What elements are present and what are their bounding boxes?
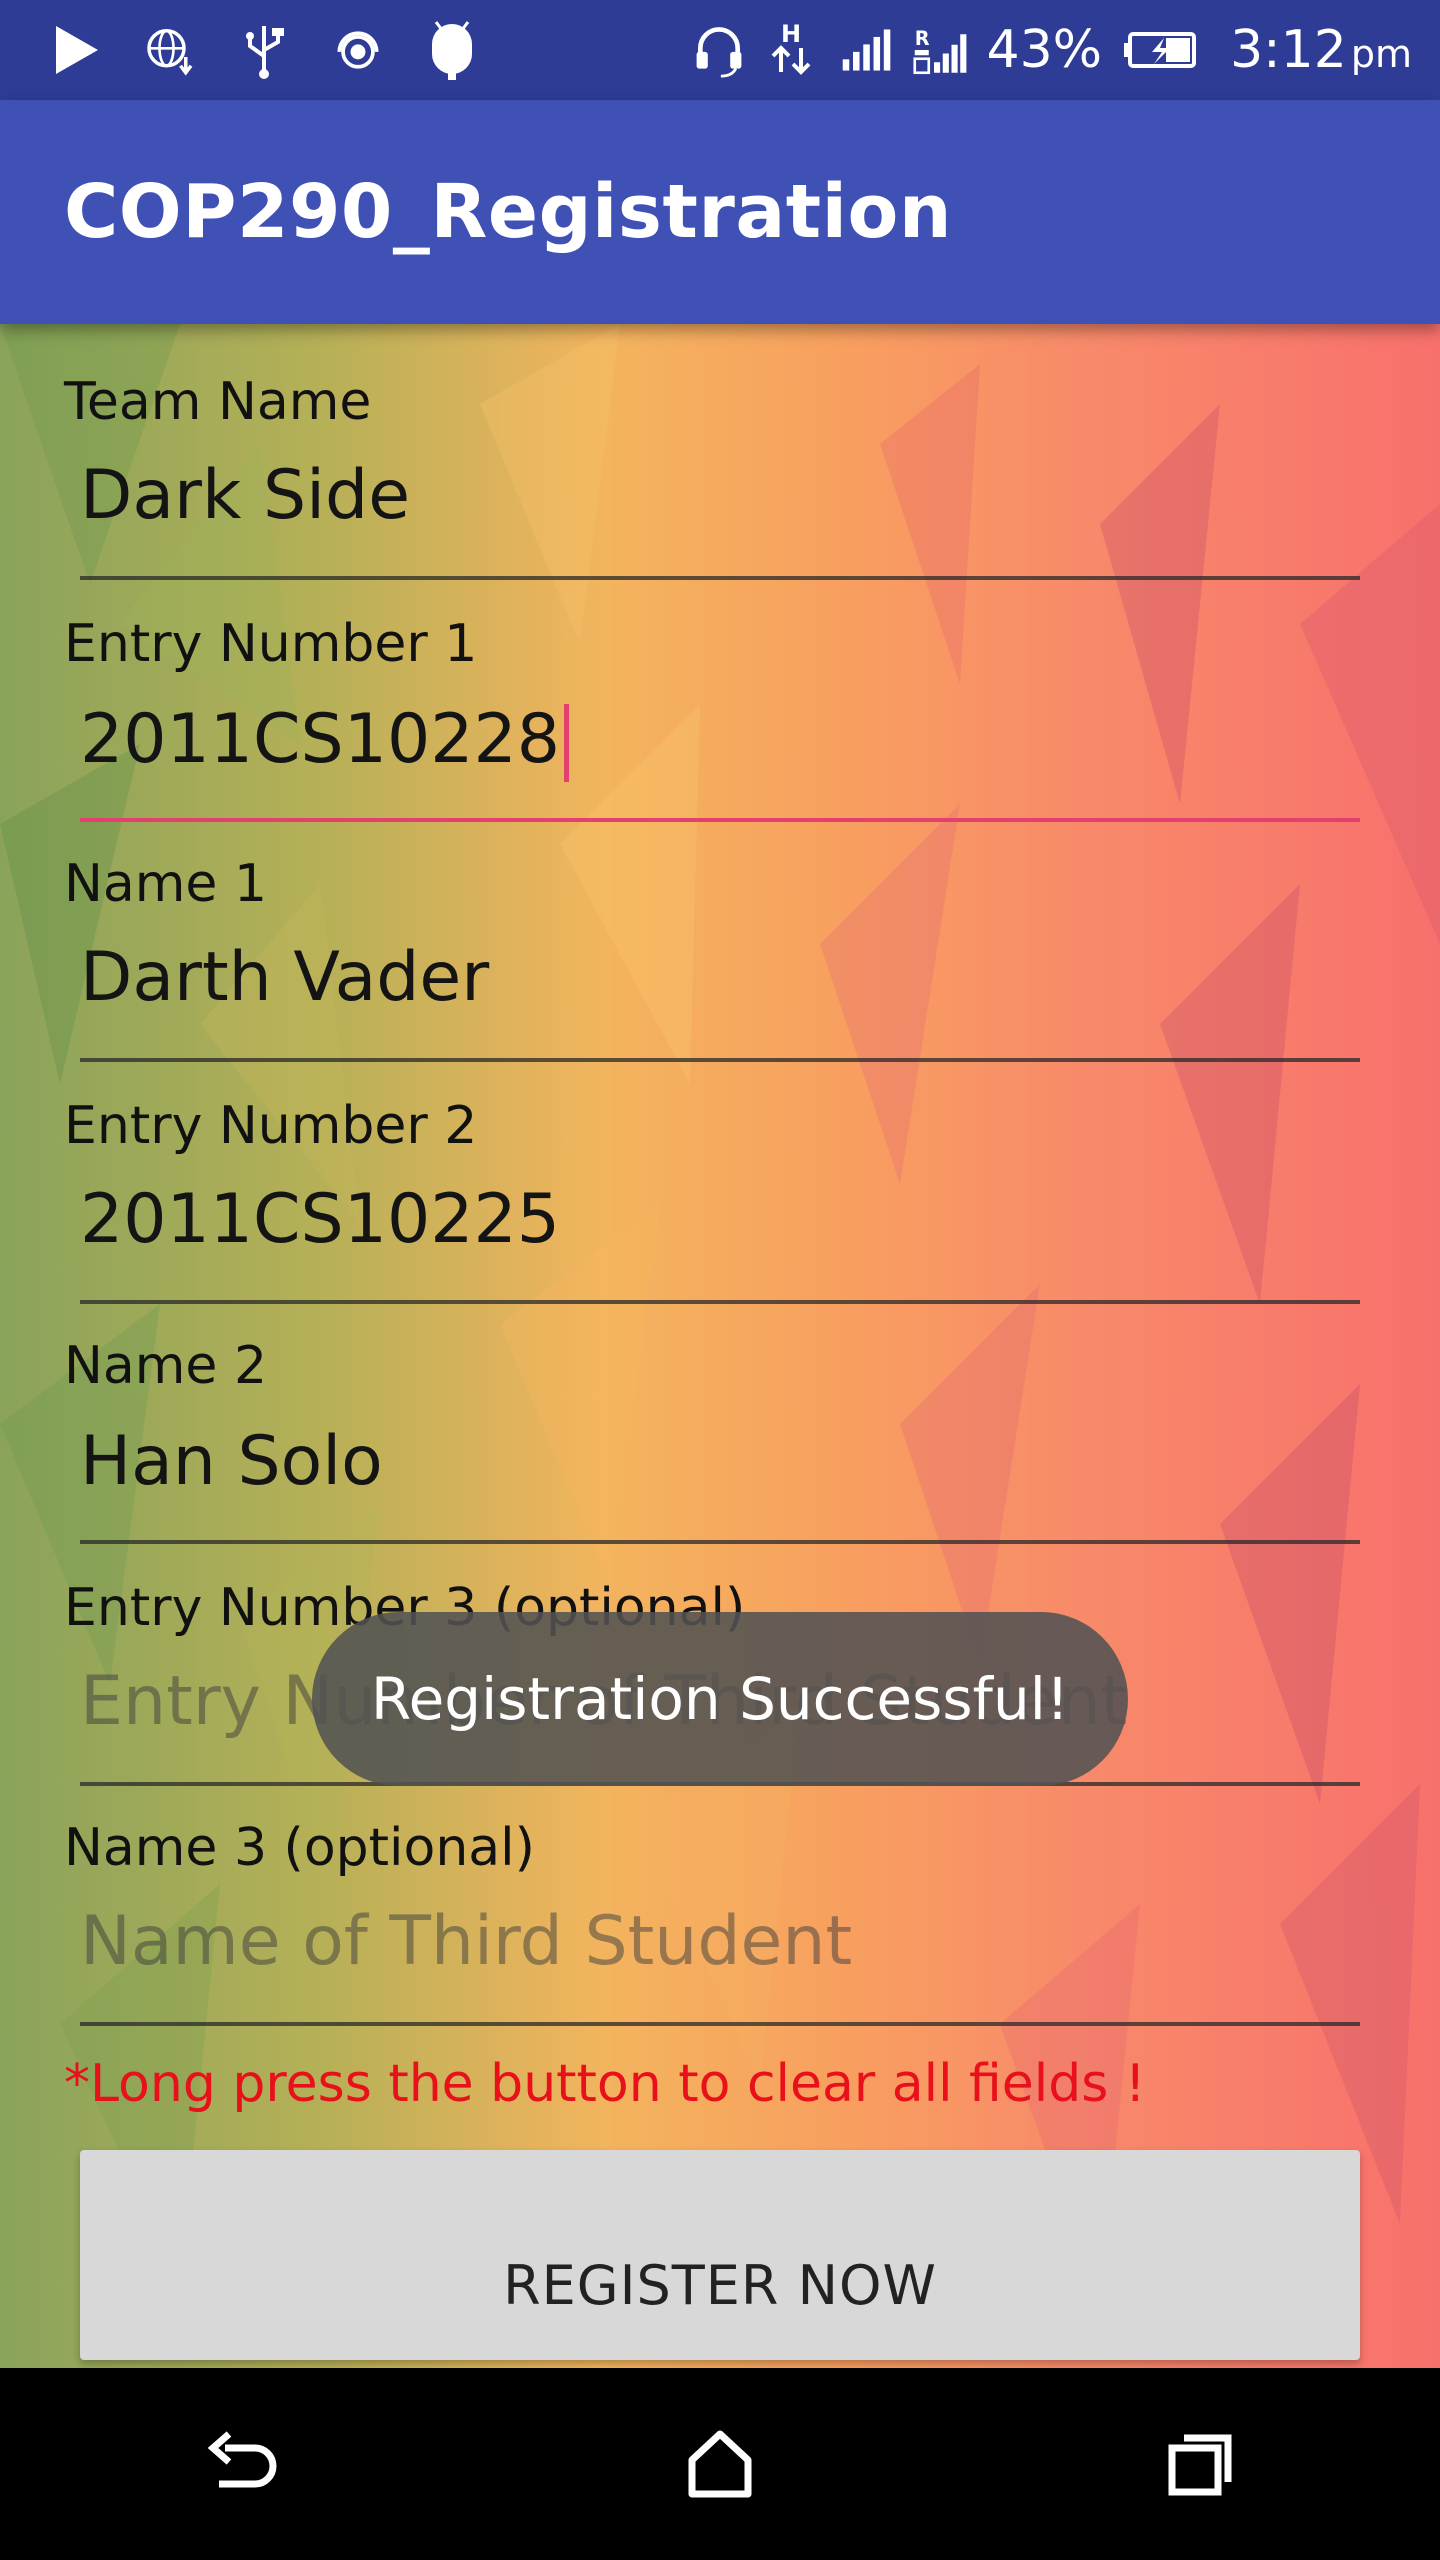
clock: 3:12 pm [1230, 20, 1412, 80]
team-name-label: Team Name [64, 372, 372, 432]
toast-message: Registration Successful! [312, 1612, 1128, 1786]
battery-percent: 43% [986, 20, 1103, 80]
roaming-signal-icon: R [912, 22, 969, 78]
name-3-label: Name 3 (optional) [64, 1818, 535, 1878]
name-1-field[interactable] [80, 938, 1360, 1017]
svg-text:H: H [781, 20, 801, 48]
status-bar: H R 43% 3:12 pm [0, 0, 1440, 100]
signal-icon [839, 22, 895, 78]
entry-number-2-field[interactable] [80, 1180, 1360, 1259]
home-icon [688, 2430, 752, 2498]
navigation-bar [0, 2368, 1440, 2560]
team-name-field[interactable] [80, 456, 1360, 535]
entry-number-2-underline [80, 1300, 1360, 1304]
name-3-underline [80, 2022, 1360, 2026]
register-now-button[interactable]: REGISTER NOW [80, 2150, 1360, 2360]
svg-text:R: R [914, 27, 929, 50]
name-2-label: Name 2 [64, 1336, 268, 1396]
entry-number-1-value: 2011CS10228 [80, 700, 561, 779]
name-2-underline [80, 1540, 1360, 1544]
text-cursor [564, 704, 570, 783]
name-3-field[interactable] [80, 1902, 1360, 1981]
usb-icon [236, 22, 292, 79]
entry-number-1-underline [80, 818, 1360, 822]
play-icon [48, 22, 104, 78]
h-data-icon: H [765, 20, 821, 78]
battery-charging-icon [1120, 22, 1200, 78]
home-button[interactable] [650, 2394, 790, 2534]
name-1-label: Name 1 [64, 854, 268, 914]
entry-number-2-label: Entry Number 2 [64, 1096, 478, 1156]
team-name-underline [80, 576, 1360, 580]
app-title: COP290_Registration [64, 169, 953, 255]
hotspot-icon [330, 22, 386, 78]
registration-form: Team Name Entry Number 1 2011CS10228 Nam… [0, 324, 1440, 2368]
clear-fields-hint: *Long press the button to clear all fiel… [64, 2054, 1146, 2114]
recents-button[interactable] [1130, 2394, 1270, 2534]
back-icon [207, 2431, 277, 2488]
entry-number-1-field[interactable]: 2011CS10228 [80, 700, 1360, 783]
name-2-field[interactable] [80, 1422, 1360, 1501]
app-bar: COP290_Registration [0, 100, 1440, 324]
entry-number-1-label: Entry Number 1 [64, 614, 478, 674]
name-1-underline [80, 1058, 1360, 1062]
android-debug-icon [424, 21, 480, 80]
back-button[interactable] [170, 2394, 310, 2534]
recents-icon [1168, 2434, 1232, 2496]
headset-icon [691, 22, 747, 78]
web-download-icon [142, 22, 198, 78]
